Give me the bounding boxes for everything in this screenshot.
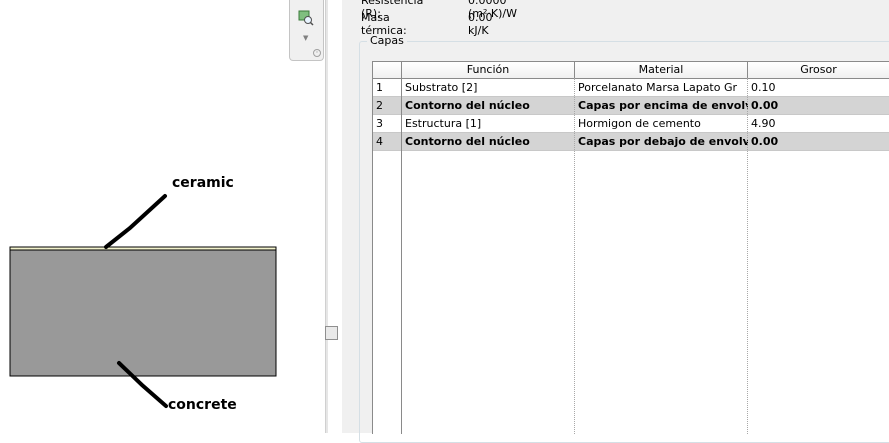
- layer-zoom-icon[interactable]: [298, 10, 314, 26]
- material-cell[interactable]: Porcelanato Marsa Lapato Gr: [575, 79, 748, 96]
- funcion-cell[interactable]: Contorno del núcleo: [402, 133, 575, 150]
- table-row[interactable]: 2 Contorno del núcleo Capas por encima d…: [373, 97, 889, 115]
- column-header-grosor[interactable]: Grosor: [748, 62, 889, 78]
- concrete-callout: concrete: [168, 397, 237, 413]
- grosor-cell[interactable]: 4.90: [748, 115, 889, 132]
- funcion-cell[interactable]: Contorno del núcleo: [402, 97, 575, 114]
- row-number: 4: [376, 135, 383, 148]
- layers-group-title: Capas: [367, 34, 407, 47]
- table-row[interactable]: 1 Substrato [2] Porcelanato Marsa Lapato…: [373, 79, 889, 97]
- funcion-cell[interactable]: Estructura [1]: [402, 115, 575, 132]
- column-header-material[interactable]: Material: [575, 62, 748, 78]
- row-number: 1: [376, 81, 383, 94]
- layers-table[interactable]: Función Material Grosor 1 Substrato [2] …: [372, 61, 889, 434]
- material-cell[interactable]: Hormigon de cemento: [575, 115, 748, 132]
- ceramic-leader-line: [104, 194, 167, 249]
- wall-section-diagram: [9, 194, 277, 408]
- grosor-cell[interactable]: 0.00: [748, 97, 889, 114]
- concrete-layer: [9, 249, 277, 377]
- column-divider: [747, 78, 748, 434]
- splitter-handle[interactable]: [325, 326, 338, 340]
- column-header-funcion[interactable]: Función: [402, 62, 575, 78]
- funcion-cell[interactable]: Substrato [2]: [402, 79, 575, 96]
- grosor-cell[interactable]: 0.10: [748, 79, 889, 96]
- material-cell[interactable]: Capas por debajo de envolvent: [575, 133, 748, 150]
- wall-preview-pane: ceramic concrete: [0, 0, 289, 433]
- grosor-cell[interactable]: 0.00: [748, 133, 889, 150]
- panel-grip-icon[interactable]: ◦: [313, 49, 321, 57]
- row-number: 2: [376, 99, 383, 112]
- table-header: Función Material Grosor: [373, 62, 889, 79]
- ceramic-callout: ceramic: [172, 175, 234, 191]
- table-row[interactable]: 4 Contorno del núcleo Capas por debajo d…: [373, 133, 889, 151]
- column-divider: [574, 78, 575, 434]
- chevron-down-icon[interactable]: ▼: [303, 34, 308, 42]
- row-number: 3: [376, 117, 383, 130]
- table-row[interactable]: 3 Estructura [1] Hormigon de cemento 4.9…: [373, 115, 889, 133]
- thermal-mass-value: 0.00 kJ/K: [468, 11, 493, 37]
- pane-splitter[interactable]: [325, 0, 328, 433]
- column-header-number[interactable]: [373, 62, 402, 78]
- view-tool-panel: ▼ ◦: [289, 0, 324, 61]
- material-cell[interactable]: Capas por encima de envolven: [575, 97, 748, 114]
- column-divider: [401, 78, 402, 434]
